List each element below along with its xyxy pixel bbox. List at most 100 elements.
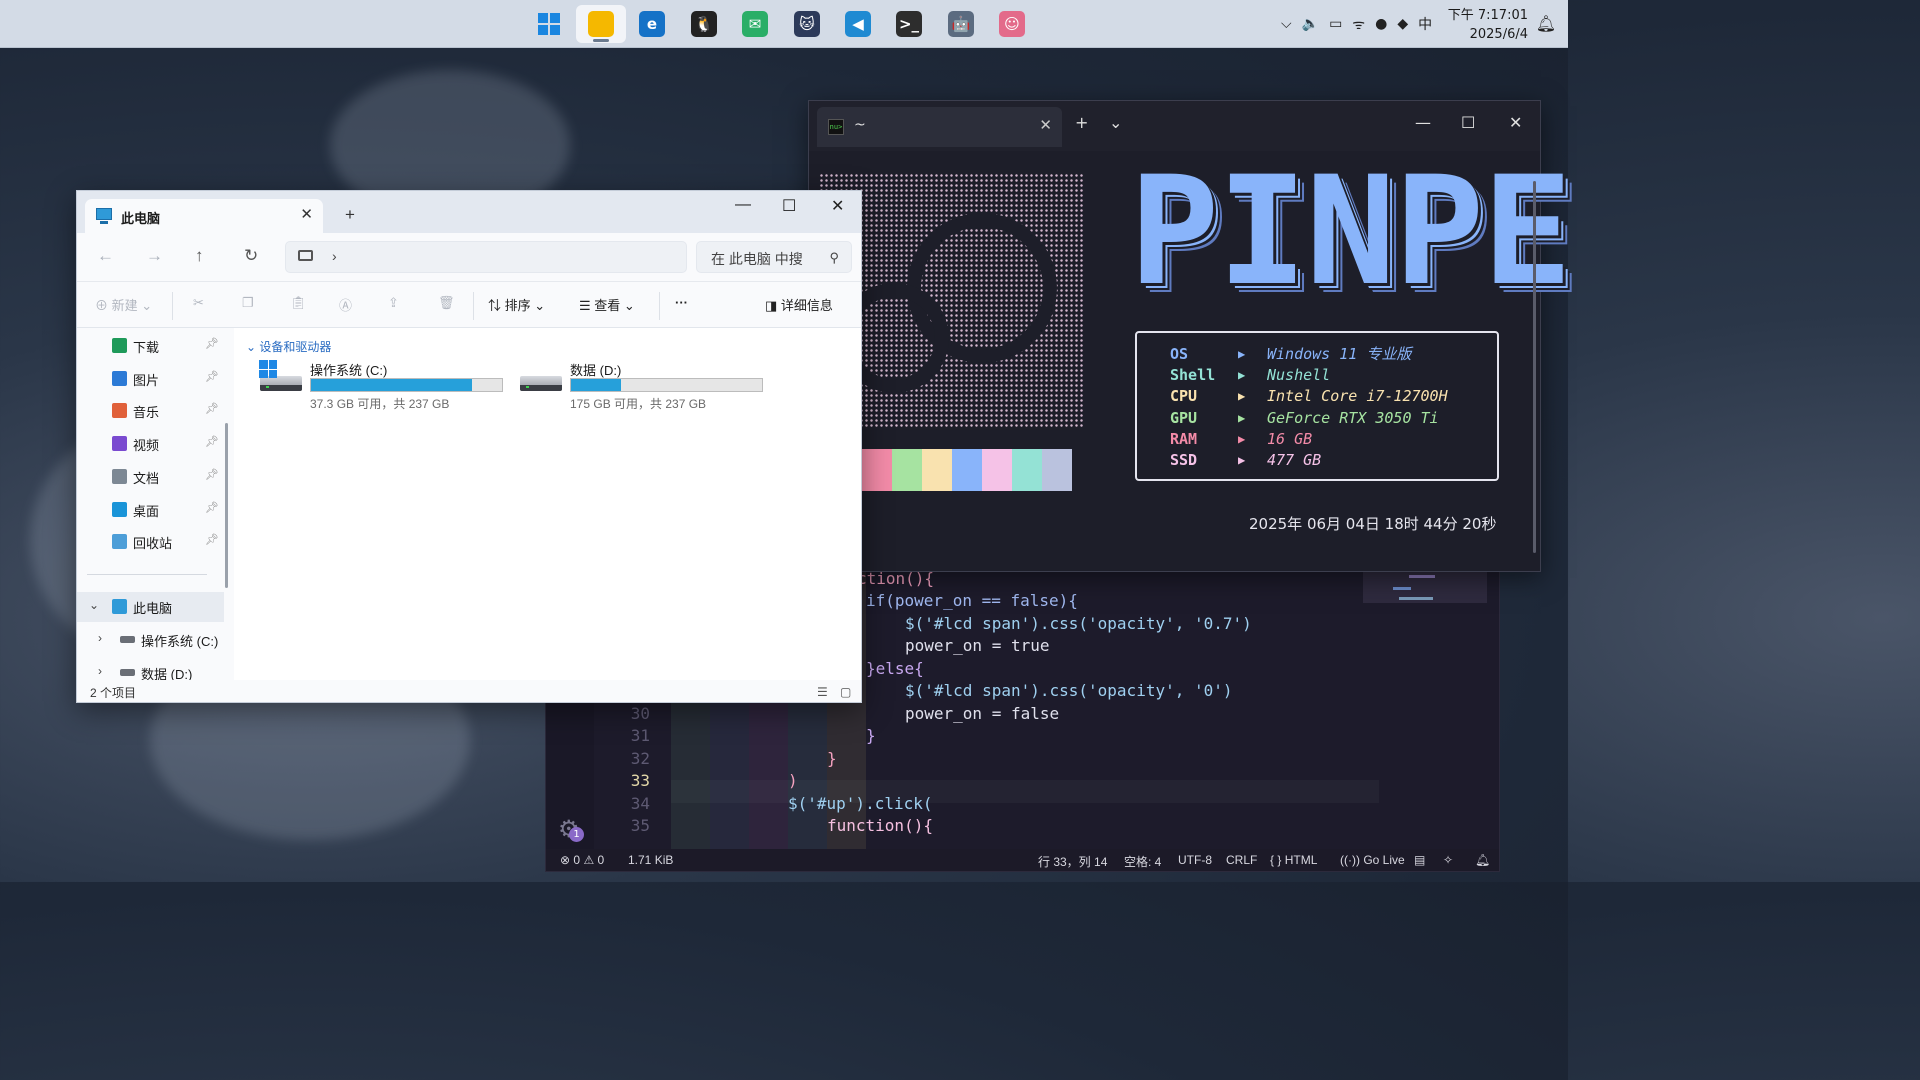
problems-indicator[interactable]: ⊗ 0 ⚠ 0 xyxy=(560,853,604,867)
taskbar-app[interactable] xyxy=(524,5,574,43)
close-icon[interactable]: ✕ xyxy=(1039,116,1052,134)
computer-icon xyxy=(298,250,313,261)
minimize-icon[interactable]: — xyxy=(735,196,751,214)
notification-bell-icon[interactable]: 🔔︎ xyxy=(1536,14,1556,33)
terminal-scrollbar[interactable] xyxy=(1533,181,1536,553)
qq-tray-icon[interactable]: ● xyxy=(1375,16,1387,32)
taskbar-app[interactable]: >_ xyxy=(884,5,934,43)
share-icon[interactable]: ⇪ xyxy=(388,295,399,311)
chevron-right-icon[interactable]: › xyxy=(98,664,102,678)
taskbar-app[interactable]: e xyxy=(627,5,677,43)
search-input[interactable]: 在 此电脑 中搜 ⚲ xyxy=(696,241,852,273)
close-icon[interactable]: ✕ xyxy=(300,205,313,223)
sort-icon: ⇅ xyxy=(488,298,502,313)
tree-item-label: 操作系统 (C:) xyxy=(141,634,219,649)
pin-icon: 📌︎ xyxy=(205,338,219,350)
details-view-icon[interactable]: ☰ xyxy=(817,685,828,699)
cat-tray-icon[interactable]: ◆ xyxy=(1397,16,1408,32)
chevron-up-icon[interactable]: ⌵ xyxy=(1281,16,1292,32)
tree-item[interactable]: › 操作系统 (C:) xyxy=(77,625,224,655)
delete-icon[interactable]: 🗑︎ xyxy=(438,295,455,311)
explorer-tab[interactable]: 此电脑 ✕ xyxy=(85,199,323,233)
logo-letter: P xyxy=(1393,145,1484,319)
sysinfo-key: CPU xyxy=(1170,387,1198,406)
input-method-indicator[interactable]: 中 xyxy=(1418,14,1432,34)
cut-icon[interactable]: ✂ xyxy=(193,295,204,311)
minimize-icon[interactable]: — xyxy=(1415,113,1431,132)
details-label: 详细信息 xyxy=(780,298,833,313)
refresh-icon[interactable]: ↻ xyxy=(244,246,258,266)
close-window-icon[interactable]: ✕ xyxy=(831,196,844,216)
error-icon: ⊗ xyxy=(560,853,571,867)
sort-button[interactable]: ⇅ 排序 ⌄ xyxy=(488,295,545,314)
sysinfo-key: GPU xyxy=(1170,408,1198,427)
sidebar-item[interactable]: 视频 📌︎ xyxy=(77,429,224,459)
tree-item[interactable]: ⌄ 此电脑 xyxy=(77,592,224,622)
taskbar-app[interactable]: 🤖 xyxy=(936,5,986,43)
speaker-icon[interactable]: 🔈 xyxy=(1302,16,1319,32)
sidebar-item[interactable]: 下载 📌︎ xyxy=(77,331,224,361)
maximize-icon[interactable]: ☐ xyxy=(782,196,796,216)
encoding[interactable]: UTF-8 xyxy=(1178,853,1212,867)
section-header[interactable]: ⌄ 设备和驱动器 xyxy=(246,338,331,355)
editor-bell-icon[interactable]: 🔔︎ xyxy=(1475,853,1490,867)
up-arrow-icon[interactable]: ↑ xyxy=(195,246,204,266)
sidebar-scrollbar[interactable] xyxy=(225,423,228,588)
sidebar-item[interactable]: 桌面 📌︎ xyxy=(77,495,224,525)
palette-swatch xyxy=(982,449,1012,491)
tray-app-icon[interactable]: ▭ xyxy=(1329,16,1342,32)
go-live-button[interactable]: ((·)) Go Live xyxy=(1340,853,1405,867)
clock[interactable]: 下午 7:17:01 2025/6/4 xyxy=(1448,6,1528,44)
chevron-down-icon: ⌄ xyxy=(623,298,635,313)
tiles-view-icon[interactable]: ▢ xyxy=(840,685,851,699)
details-pane-button[interactable]: ◨ 详细信息 xyxy=(765,295,833,314)
wifi-icon[interactable]: ᯤ xyxy=(1352,15,1365,34)
view-button[interactable]: ☰ 查看 ⌄ xyxy=(579,295,635,314)
new-button[interactable]: ⊕ 新建 ⌄ xyxy=(95,295,152,314)
view-label: 查看 xyxy=(594,298,621,313)
chevron-right-icon[interactable]: › xyxy=(98,631,102,645)
back-arrow-icon[interactable]: ← xyxy=(97,246,114,266)
palette-swatch xyxy=(1042,449,1072,491)
address-bar[interactable]: › xyxy=(285,241,687,273)
more-options-button[interactable]: ··· xyxy=(675,295,688,310)
new-tab-icon[interactable]: + xyxy=(1075,113,1088,132)
taskbar-app[interactable]: 🐱 xyxy=(782,5,832,43)
sidebar-item[interactable]: 音乐 📌︎ xyxy=(77,396,224,426)
content-pane: ⌄ 设备和驱动器 操作系统 (C:) 37.3 GB 可用，共 237 GB 数据 … xyxy=(234,328,861,680)
rename-icon[interactable]: Ⓐ xyxy=(339,295,352,314)
hard-drive-icon xyxy=(520,376,562,391)
taskbar-app[interactable]: 🐧 xyxy=(679,5,729,43)
line-number: 31 xyxy=(630,726,650,745)
taskbar-app[interactable]: ◀ xyxy=(833,5,883,43)
taskbar-app[interactable] xyxy=(576,5,626,43)
maximize-icon[interactable]: ☐ xyxy=(1461,113,1475,132)
taskbar-app[interactable]: ✉ xyxy=(730,5,780,43)
terminal-titlebar: nu> ~ ✕ + ⌄ — ☐ ✕ xyxy=(809,101,1540,151)
start-menu-icon xyxy=(536,11,562,37)
drive-tile[interactable]: 操作系统 (C:) 37.3 GB 可用，共 237 GB xyxy=(234,360,503,411)
copy-icon[interactable]: ❐ xyxy=(242,295,254,311)
new-tab-icon[interactable]: + xyxy=(345,205,355,225)
nushell-icon: nu> xyxy=(828,119,844,135)
chevron-down-icon[interactable]: ⌄ xyxy=(89,598,99,612)
sidebar-item[interactable]: 文档 📌︎ xyxy=(77,462,224,492)
forward-arrow-icon[interactable]: → xyxy=(146,246,163,266)
indentation[interactable]: 空格: 4 xyxy=(1124,853,1161,870)
taskbar-app[interactable]: ☺ xyxy=(987,5,1037,43)
copilot-icon[interactable]: ✧ xyxy=(1443,853,1453,867)
cursor-position[interactable]: 行 33，列 14 xyxy=(1038,853,1107,870)
terminal-tab[interactable]: nu> ~ ✕ xyxy=(817,107,1062,147)
chevron-down-icon[interactable]: ⌄ xyxy=(1109,113,1122,132)
sidebar-item[interactable]: 回收站 📌︎ xyxy=(77,527,224,557)
chevron-right-icon[interactable]: › xyxy=(332,248,337,264)
file-icon[interactable]: ▤ xyxy=(1414,853,1425,867)
language-mode[interactable]: { } HTML xyxy=(1270,853,1317,867)
drive-tile[interactable]: 数据 (D:) 175 GB 可用，共 237 GB xyxy=(494,360,763,411)
close-window-icon[interactable]: ✕ xyxy=(1509,113,1522,132)
sysinfo-key: RAM xyxy=(1170,429,1198,448)
line-ending[interactable]: CRLF xyxy=(1226,853,1257,867)
sidebar-item[interactable]: 图片 📌︎ xyxy=(77,364,224,394)
plus-circle-icon: ⊕ xyxy=(95,298,109,313)
paste-icon[interactable]: 📋︎ xyxy=(290,295,307,311)
